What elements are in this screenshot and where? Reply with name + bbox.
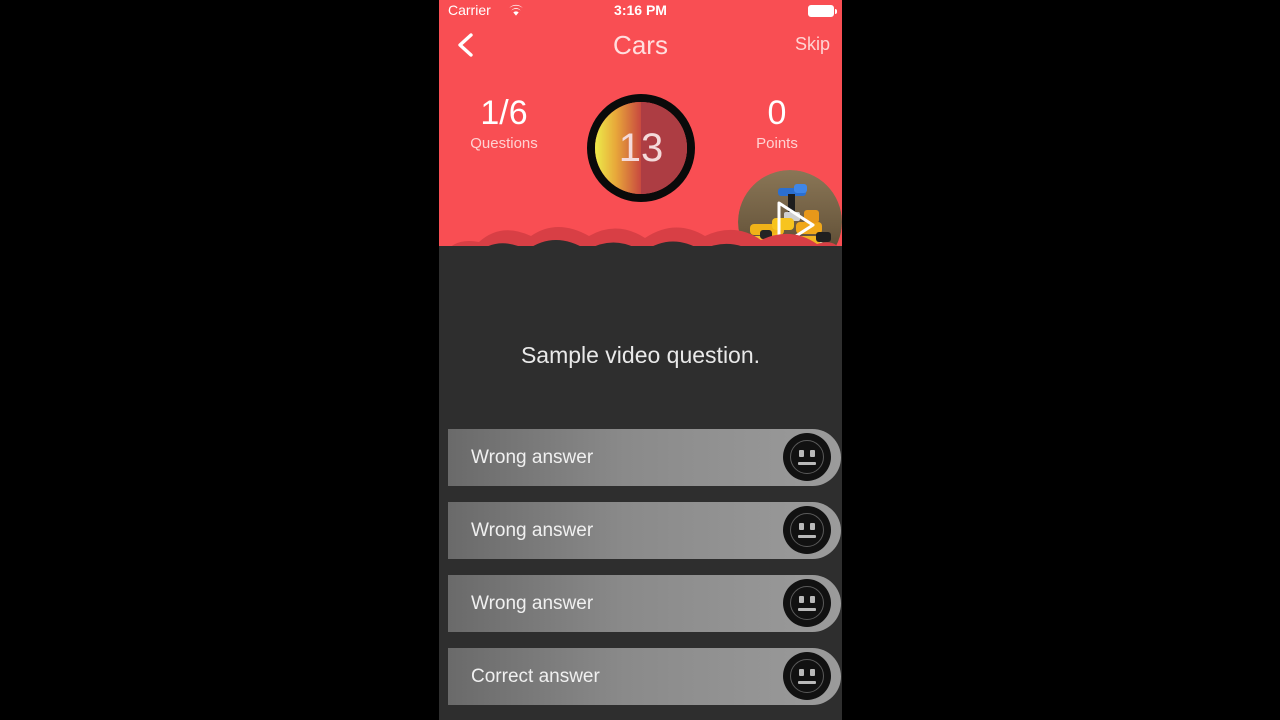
neutral-face-icon[interactable] bbox=[783, 433, 831, 481]
timer-seconds: 13 bbox=[618, 125, 664, 170]
face-ring bbox=[790, 659, 824, 693]
clock-label: 3:16 PM bbox=[614, 2, 667, 18]
phone-screen: Carrier 3:16 PM Cars Skip 1/6 Questions … bbox=[439, 0, 842, 720]
face-ring bbox=[790, 586, 824, 620]
answer-option-2[interactable]: Wrong answer bbox=[448, 502, 841, 559]
face-eye-right bbox=[810, 596, 815, 603]
countdown-timer: 13 bbox=[585, 92, 697, 204]
neutral-face-icon[interactable] bbox=[783, 652, 831, 700]
face-mouth bbox=[798, 681, 816, 684]
answer-list: Wrong answer Wrong answer Wrong answer C… bbox=[448, 429, 842, 720]
answer-label: Correct answer bbox=[471, 665, 600, 687]
points-stat: 0 Points bbox=[712, 92, 842, 153]
answer-option-1[interactable]: Wrong answer bbox=[448, 429, 841, 486]
skip-button[interactable]: Skip bbox=[795, 34, 830, 55]
face-eye-left bbox=[799, 523, 804, 530]
face-eye-right bbox=[810, 523, 815, 530]
face-eye-left bbox=[799, 450, 804, 457]
face-eye-left bbox=[799, 669, 804, 676]
navigation-bar: Cars Skip bbox=[439, 22, 842, 66]
questions-stat: 1/6 Questions bbox=[439, 92, 569, 153]
questions-value: 1/6 bbox=[480, 94, 528, 132]
neutral-face-icon[interactable] bbox=[783, 579, 831, 627]
screenshot-stage: Carrier 3:16 PM Cars Skip 1/6 Questions … bbox=[0, 0, 1280, 720]
answer-label: Wrong answer bbox=[471, 446, 594, 468]
question-text: Sample video question. bbox=[520, 342, 761, 368]
points-label: Points bbox=[756, 135, 798, 152]
face-mouth bbox=[798, 462, 816, 465]
status-bar: Carrier 3:16 PM bbox=[439, 0, 842, 22]
neutral-face-icon[interactable] bbox=[783, 506, 831, 554]
stats-row: 1/6 Questions 13 0 Points bbox=[439, 92, 842, 202]
face-eye-left bbox=[799, 596, 804, 603]
body-background: Sample video question. Wrong answer Wron… bbox=[439, 246, 842, 720]
battery-full-icon bbox=[808, 5, 837, 17]
face-ring bbox=[790, 513, 824, 547]
answer-option-4[interactable]: Correct answer bbox=[448, 648, 841, 705]
points-value: 0 bbox=[767, 94, 787, 132]
face-eye-right bbox=[810, 669, 815, 676]
answer-label: Wrong answer bbox=[471, 592, 594, 614]
face-mouth bbox=[798, 535, 816, 538]
face-ring bbox=[790, 440, 824, 474]
face-mouth bbox=[798, 608, 816, 611]
answer-label: Wrong answer bbox=[471, 519, 594, 541]
answer-option-3[interactable]: Wrong answer bbox=[448, 575, 841, 632]
page-title: Cars bbox=[613, 30, 668, 60]
questions-label: Questions bbox=[470, 135, 538, 152]
face-eye-right bbox=[810, 450, 815, 457]
